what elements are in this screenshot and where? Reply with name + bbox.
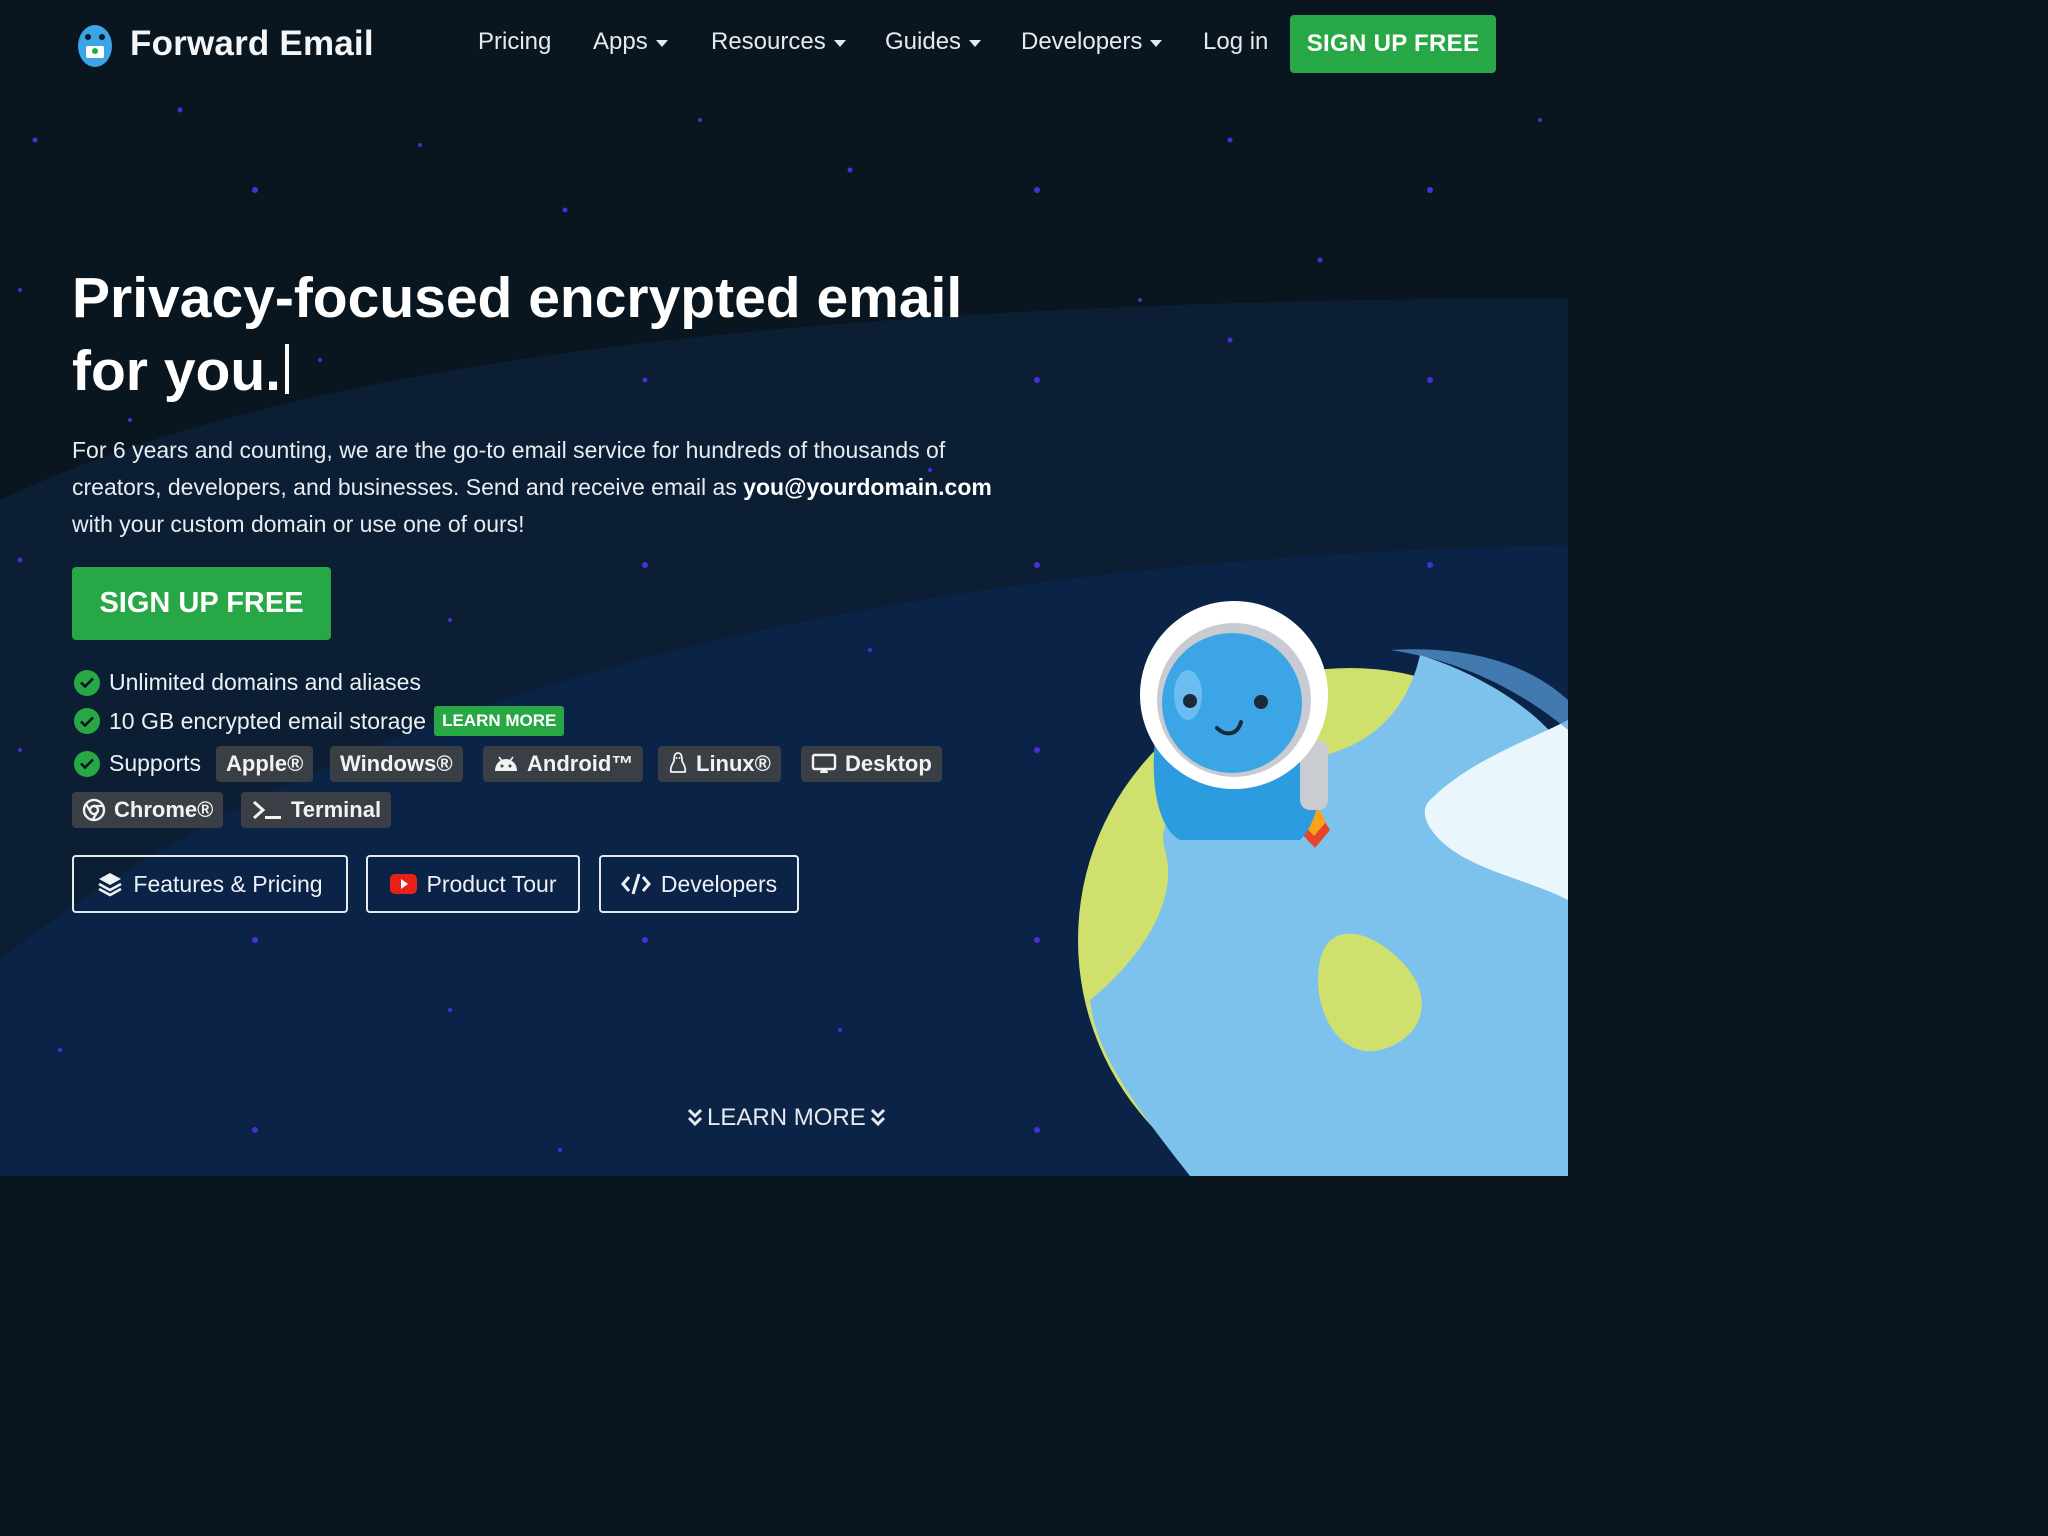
- developers-label: Developers: [660, 870, 778, 897]
- features-pricing-label: Features & Pricing: [133, 870, 323, 897]
- platform-apple-label: Apple®: [226, 751, 304, 776]
- platform-windows-label: Windows®: [340, 751, 453, 776]
- nav-pricing[interactable]: Pricing: [478, 28, 551, 56]
- check-circle-icon: [74, 708, 100, 734]
- caret-down-icon: [1150, 40, 1163, 47]
- nav-apps-dropdown[interactable]: Apps: [593, 28, 668, 56]
- platform-desktop-label: Desktop: [845, 751, 932, 776]
- hero-title-text: Privacy-focused encrypted email for you.: [72, 266, 963, 403]
- feature-item-storage: 10 GB encrypted email storage LEARN MORE: [74, 706, 565, 736]
- feature-item-supports: Supports: [74, 750, 201, 777]
- linux-tux-icon: [669, 752, 687, 773]
- nav-guides-dropdown[interactable]: Guides: [885, 28, 982, 56]
- caret-down-icon: [969, 40, 982, 47]
- feature-item-domains: Unlimited domains and aliases: [74, 669, 421, 696]
- terminal-icon: [253, 800, 281, 820]
- product-tour-label: Product Tour: [426, 870, 557, 897]
- platform-linux[interactable]: Linux®: [658, 746, 781, 782]
- nav-login[interactable]: Log in: [1203, 28, 1268, 56]
- check-circle-icon: [74, 750, 100, 777]
- platform-apple[interactable]: Apple®: [216, 746, 314, 782]
- brand-name: Forward Email: [130, 24, 374, 63]
- nav-signup-button[interactable]: SIGN UP FREE: [1290, 15, 1496, 73]
- caret-down-icon: [833, 40, 846, 47]
- platform-windows[interactable]: Windows®: [330, 746, 463, 782]
- check-circle-icon: [74, 669, 100, 696]
- learn-more-label: LEARN MORE: [707, 1104, 866, 1131]
- learn-more-link[interactable]: LEARN MORE: [683, 1104, 890, 1132]
- nav-developers-label: Developers: [1021, 28, 1143, 55]
- code-icon: [620, 873, 651, 895]
- learn-more-badge[interactable]: LEARN MORE: [434, 706, 565, 736]
- platform-android-label: Android™: [527, 751, 634, 776]
- nav-pricing-label: Pricing: [478, 28, 552, 55]
- platform-desktop[interactable]: Desktop: [801, 746, 942, 782]
- youtube-play-icon: [389, 874, 417, 894]
- features-pricing-button[interactable]: Features & Pricing: [72, 855, 348, 913]
- android-icon: [495, 756, 517, 771]
- platform-linux-label: Linux®: [696, 751, 771, 776]
- nav-login-label: Log in: [1203, 28, 1269, 55]
- mascot-logo-icon: [78, 25, 112, 67]
- platform-terminal[interactable]: Terminal: [241, 792, 392, 828]
- hero-signup-button[interactable]: SIGN UP FREE: [72, 567, 331, 640]
- caret-down-icon: [655, 40, 668, 47]
- double-chevron-down-icon: [687, 1108, 703, 1127]
- feature-supports-label: Supports: [109, 750, 202, 776]
- hero-desc-email: you@yourdomain.com: [743, 474, 992, 500]
- nav-resources-label: Resources: [711, 28, 826, 55]
- hero-description: For 6 years and counting, we are the go-…: [72, 432, 1012, 543]
- hero-title: Privacy-focused encrypted email for you.: [72, 262, 1032, 408]
- nav-resources-dropdown[interactable]: Resources: [711, 28, 846, 56]
- astronaut-mascot: [1140, 601, 1330, 848]
- product-tour-button[interactable]: Product Tour: [366, 855, 580, 913]
- desktop-monitor-icon: [811, 753, 837, 773]
- developers-button[interactable]: Developers: [599, 855, 799, 913]
- nav-developers-dropdown[interactable]: Developers: [1021, 28, 1163, 56]
- top-navigation: Forward Email Pricing Apps Resources Gui…: [0, 0, 1568, 90]
- platform-terminal-label: Terminal: [291, 797, 382, 822]
- platform-chrome-label: Chrome®: [114, 797, 214, 822]
- chrome-icon: [82, 798, 106, 822]
- nav-guides-label: Guides: [885, 28, 962, 55]
- feature-domains-label: Unlimited domains and aliases: [109, 669, 421, 695]
- brand-logo[interactable]: Forward Email: [76, 20, 374, 68]
- feature-storage-label: 10 GB encrypted email storage: [109, 707, 427, 734]
- platform-android[interactable]: Android™: [483, 746, 644, 782]
- double-chevron-down-icon: [870, 1108, 885, 1127]
- layers-icon: [98, 873, 123, 897]
- typing-cursor: [285, 344, 289, 394]
- hero-desc-part2: with your custom domain or use one of ou…: [72, 511, 525, 537]
- nav-apps-label: Apps: [593, 28, 648, 55]
- platform-chrome[interactable]: Chrome®: [72, 792, 224, 828]
